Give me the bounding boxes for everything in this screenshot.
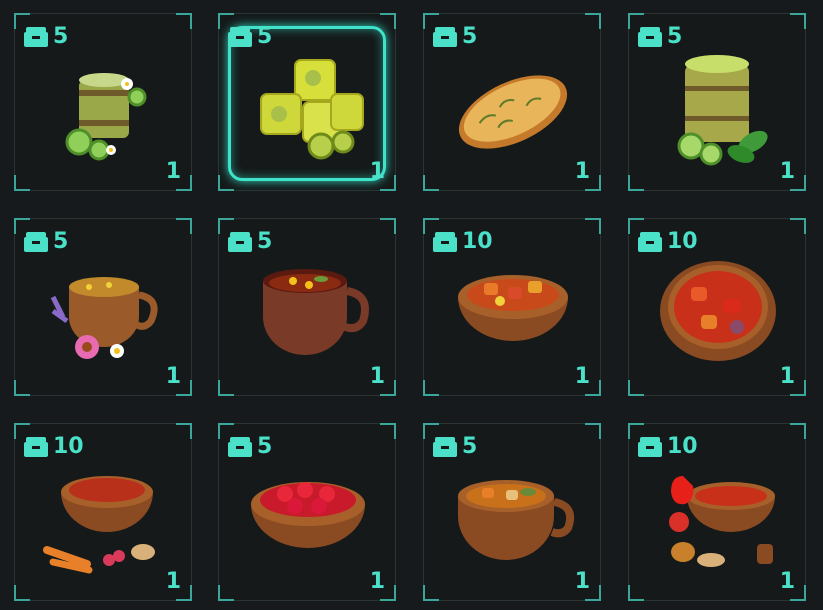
bamboo-cup-icon	[677, 55, 768, 166]
item-slot-gooseberry-jelly-cubes[interactable]: 5 1	[218, 13, 396, 191]
item-quantity: 1	[369, 159, 385, 184]
bowl-icon	[660, 261, 776, 361]
wooden-cup-icon	[50, 277, 158, 359]
item-quantity: 1	[779, 569, 795, 594]
inventory-grid: 5 1 5 1 5 1 5 1 5 1 5 1 10 1 10 1 10 1 5…	[0, 0, 823, 610]
item-slot-bamboo-cucumber-drink[interactable]: 5 1	[14, 13, 192, 191]
soup-cup-icon	[458, 480, 575, 560]
item-quantity: 1	[574, 159, 590, 184]
bowl-icon	[669, 476, 775, 567]
item-slot-clay-cup-tea[interactable]: 5 1	[218, 218, 396, 396]
item-slot-herb-toast[interactable]: 5 1	[423, 13, 601, 191]
item-slot-strawberry-bowl[interactable]: 5 1	[218, 423, 396, 601]
item-quantity: 1	[779, 364, 795, 389]
jelly-cubes-icon	[260, 59, 364, 160]
item-slot-vegetable-soup-cup[interactable]: 5 1	[423, 423, 601, 601]
item-slot-roasted-pepper-bowl[interactable]: 10 1	[628, 218, 806, 396]
item-quantity: 1	[369, 364, 385, 389]
item-quantity: 1	[165, 159, 181, 184]
item-quantity: 1	[574, 364, 590, 389]
bowl-icon	[43, 476, 155, 574]
item-quantity: 1	[779, 159, 795, 184]
item-quantity: 1	[165, 364, 181, 389]
bamboo-cup-icon	[65, 73, 147, 161]
item-slot-carrot-ginger-bowl[interactable]: 10 1	[14, 423, 192, 601]
item-slot-flower-herbal-tea[interactable]: 5 1	[14, 218, 192, 396]
item-quantity: 1	[574, 569, 590, 594]
item-slot-vegetable-stew-bowl[interactable]: 10 1	[423, 218, 601, 396]
item-slot-bamboo-green-drink[interactable]: 5 1	[628, 13, 806, 191]
bowl-icon	[458, 275, 568, 341]
item-slot-pepper-stew-bowl[interactable]: 10 1	[628, 423, 806, 601]
toast-icon	[458, 75, 568, 149]
bowl-icon	[251, 482, 365, 548]
item-quantity: 1	[165, 569, 181, 594]
tea-cup-icon	[263, 269, 369, 355]
item-quantity: 1	[369, 569, 385, 594]
